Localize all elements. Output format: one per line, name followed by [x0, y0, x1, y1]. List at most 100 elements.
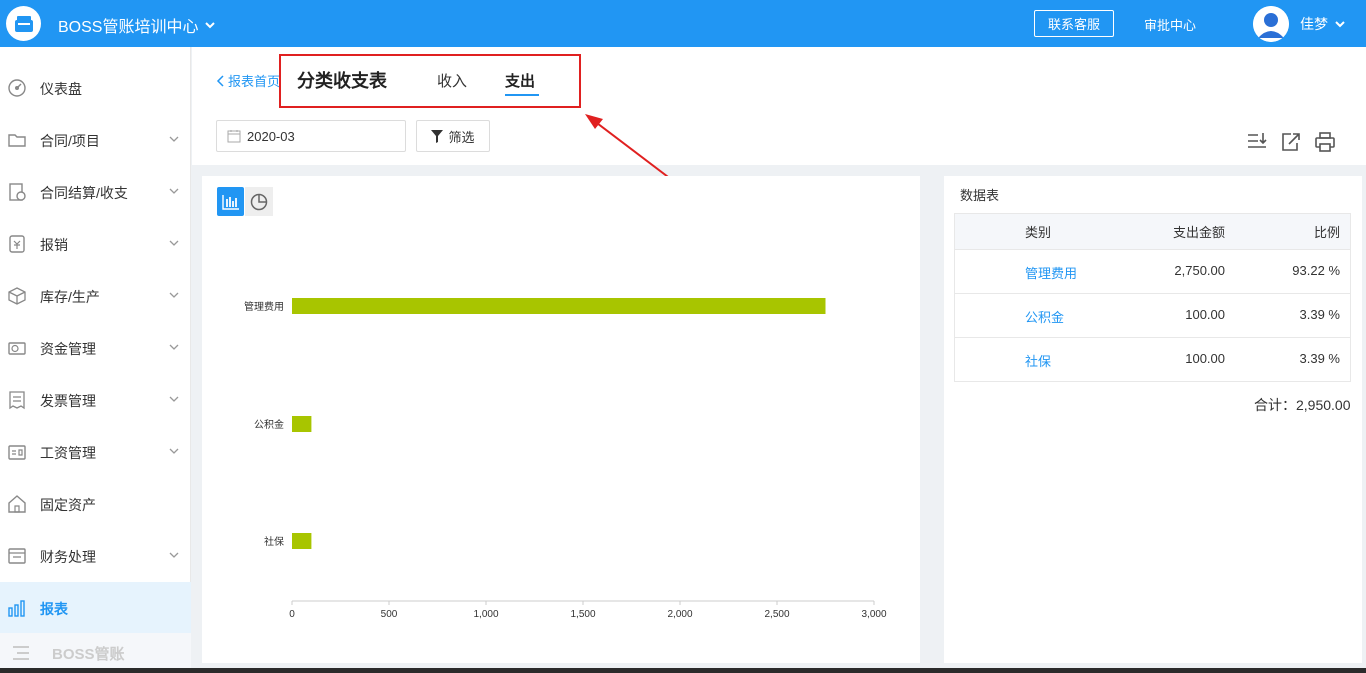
chevron-down-icon	[169, 188, 179, 194]
report-icon	[8, 600, 25, 617]
org-switcher[interactable]: BOSS管账培训中心	[58, 13, 216, 37]
settlement-icon	[9, 183, 26, 201]
chevron-down-icon	[169, 344, 179, 350]
date-value: 2020-03	[247, 128, 295, 144]
back-link-label: 报表首页	[228, 74, 281, 89]
org-name: BOSS管账培训中心	[58, 19, 199, 36]
calendar-icon	[227, 130, 241, 143]
x-tick-label: 1,500	[570, 609, 595, 620]
column-header-amount: 支出金额	[1172, 225, 1225, 240]
annotation-highlight-box	[279, 54, 581, 108]
bar	[292, 298, 826, 314]
date-picker[interactable]: 2020-03	[216, 120, 406, 152]
bar-chart-toggle[interactable]	[217, 187, 244, 216]
contact-service-button[interactable]: 联系客服	[1034, 10, 1114, 37]
back-link[interactable]: 报表首页	[216, 71, 280, 90]
x-tick-label: 2,500	[764, 609, 789, 620]
sidebar-item-label: 固定资产	[40, 497, 96, 513]
dashboard-icon	[8, 79, 26, 97]
sidebar-item-label: 合同/项目	[40, 133, 100, 149]
amount-cell: 100.00	[1185, 351, 1225, 366]
invoice-icon	[9, 391, 25, 410]
amount-cell: 2,750.00	[1174, 263, 1225, 278]
chevron-down-icon	[169, 136, 179, 142]
category-label: 管理费用	[244, 300, 284, 313]
ratio-cell: 3.39 %	[1299, 307, 1340, 322]
chevron-left-icon	[216, 74, 224, 87]
avatar[interactable]	[1253, 6, 1289, 42]
reimburse-icon	[9, 235, 25, 253]
chevron-down-icon	[1335, 21, 1345, 28]
bar-chart-icon	[221, 194, 239, 210]
table-row: 管理费用 2,750.00 93.22 %	[955, 249, 1350, 293]
filter-icon	[431, 129, 444, 143]
sidebar-item-label: 合同结算/收支	[40, 185, 128, 201]
bar	[292, 533, 312, 549]
sidebar-item-label: 仪表盘	[40, 81, 82, 97]
category-link[interactable]: 社保	[1025, 351, 1051, 370]
sidebar-item-funds[interactable]: 资金管理	[0, 322, 191, 374]
sidebar-footer-label: BOSS管账	[52, 646, 125, 663]
print-icon[interactable]	[1314, 131, 1336, 153]
app-logo[interactable]	[6, 6, 41, 41]
chevron-down-icon	[169, 448, 179, 454]
column-header-ratio: 比例	[1313, 225, 1340, 240]
pie-chart-icon	[250, 193, 268, 210]
chevron-down-icon	[169, 240, 179, 246]
sidebar-item-reimburse[interactable]: 报销	[0, 218, 191, 270]
chevron-down-icon	[169, 292, 179, 298]
category-label: 社保	[264, 535, 284, 548]
bar	[292, 416, 312, 432]
amount-cell: 100.00	[1185, 307, 1225, 322]
x-tick-label: 500	[381, 609, 398, 620]
sidebar-item-label: 报表	[40, 601, 68, 617]
asset-icon	[8, 495, 26, 513]
ratio-cell: 93.22 %	[1292, 263, 1340, 278]
box-icon	[8, 287, 26, 305]
sidebar-item-fixed-assets[interactable]: 固定资产	[0, 478, 191, 530]
sidebar: 仪表盘 合同/项目 合同结算/收支 报销 库存/生产 资金管理 发票管理 工资管…	[0, 47, 191, 673]
sort-download-icon[interactable]	[1246, 131, 1268, 153]
table-row: 公积金 100.00 3.39 %	[955, 293, 1350, 337]
chevron-down-icon	[169, 552, 179, 558]
sidebar-item-reports[interactable]: 报表	[0, 582, 191, 634]
sidebar-item-salary[interactable]: 工资管理	[0, 426, 191, 478]
sidebar-item-label: 库存/生产	[40, 289, 100, 305]
category-link[interactable]: 公积金	[1025, 307, 1064, 326]
sidebar-item-label: 发票管理	[40, 393, 96, 409]
sidebar-item-settlement[interactable]: 合同结算/收支	[0, 166, 191, 218]
sidebar-item-label: 报销	[40, 237, 68, 253]
sidebar-item-contracts[interactable]: 合同/项目	[0, 114, 191, 166]
folder-icon	[8, 134, 26, 147]
sidebar-item-label: 工资管理	[40, 445, 96, 461]
money-icon	[8, 342, 26, 355]
approval-center-link[interactable]: 审批中心	[1144, 15, 1196, 34]
data-table-title: 数据表	[960, 188, 1000, 203]
pie-chart-toggle[interactable]	[245, 187, 273, 216]
top-bar: BOSS管账培训中心 联系客服 审批中心 佳梦	[0, 0, 1366, 47]
x-tick-label: 3,000	[861, 609, 886, 620]
sidebar-item-dashboard[interactable]: 仪表盘	[0, 62, 191, 114]
data-table: 类别 支出金额 比例 管理费用 2,750.00 93.22 % 公积金 100…	[954, 213, 1351, 382]
user-menu[interactable]: 佳梦	[1300, 14, 1346, 34]
sidebar-item-label: 资金管理	[40, 341, 96, 357]
taskbar-strip	[0, 668, 1366, 673]
category-link[interactable]: 管理费用	[1025, 263, 1077, 282]
export-icon[interactable]	[1280, 131, 1302, 153]
expense-bar-chart: 0 500 1,000 1,500 2,000 2,500 3,000 管理费用公积金社保	[244, 298, 887, 620]
sidebar-item-label: 财务处理	[40, 549, 96, 565]
sidebar-item-inventory[interactable]: 库存/生产	[0, 270, 191, 322]
sidebar-footer[interactable]: BOSS管账	[0, 633, 191, 673]
total-amount: 合计：2,950.00	[1254, 397, 1351, 413]
filter-button[interactable]: 筛选	[416, 120, 490, 152]
sidebar-item-invoice[interactable]: 发票管理	[0, 374, 191, 426]
category-label: 公积金	[254, 418, 284, 431]
user-name: 佳梦	[1300, 16, 1328, 32]
chevron-down-icon	[205, 22, 216, 29]
chevron-down-icon	[169, 396, 179, 402]
table-row: 社保 100.00 3.39 %	[955, 337, 1350, 381]
column-header-category: 类别	[1025, 225, 1052, 240]
x-tick-label: 0	[289, 609, 295, 620]
sidebar-item-finance[interactable]: 财务处理	[0, 530, 191, 582]
filter-label: 筛选	[448, 129, 475, 145]
